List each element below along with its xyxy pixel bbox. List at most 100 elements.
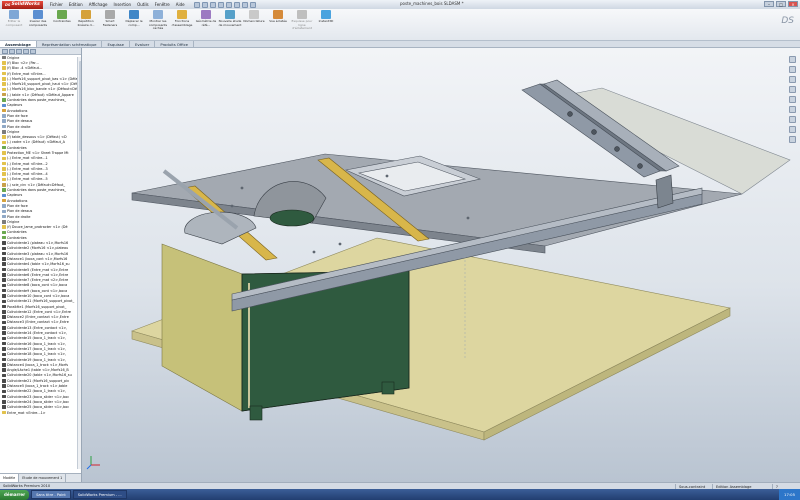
rotate-view-icon[interactable] xyxy=(789,76,796,83)
tree-item[interactable]: (-) Morfs16_support_pivot_bas <1> (Défa xyxy=(2,76,81,81)
ribbon-button[interactable]: Répétition linéaire d... xyxy=(74,9,98,39)
plane-icon xyxy=(2,214,6,219)
ribbon-button[interactable]: Fonctions d'assemblage xyxy=(170,9,194,39)
ribbon-button-label: Nouvelle étude de mouvement xyxy=(218,19,242,27)
command-tab[interactable]: Esquisse xyxy=(102,41,130,47)
solidworks-logo[interactable]: DS SolidWorks xyxy=(2,0,43,9)
command-tab[interactable]: Représentation schématique xyxy=(37,41,103,47)
tree-item-label: (f) Bloc <2> (Par... xyxy=(7,60,39,65)
menu-item[interactable]: Outils xyxy=(134,2,152,7)
save-icon[interactable] xyxy=(209,1,216,8)
ribbon-button-label: Instant3D xyxy=(318,19,334,23)
tree-item-label: (f) table_dessous <1> (Défaut) <D xyxy=(7,135,67,140)
tree-item-label: (f) Entre_mat <Entre... xyxy=(7,71,46,76)
instant3d-icon xyxy=(321,10,331,19)
ribbon-button[interactable]: Contraintes xyxy=(50,9,74,39)
select-icon[interactable] xyxy=(233,1,240,8)
tree-item[interactable]: (-) Morfs16_support_pivot_haut <1> (Défa xyxy=(2,81,81,86)
ribbon-button[interactable]: Instant3D xyxy=(314,9,338,39)
undo-icon[interactable] xyxy=(225,1,232,8)
tree-item-label: Coïncidente12 (Entre_cont <1>,Entre xyxy=(7,309,72,314)
coincident-icon xyxy=(2,246,6,251)
rebuild-icon[interactable] xyxy=(241,1,248,8)
tree-item-label: Coïncidente6 (Entre_mat <1>,Entre xyxy=(7,272,69,277)
dimxpert-tab-icon[interactable] xyxy=(23,49,29,54)
coincident-icon xyxy=(2,341,6,346)
explode-line-icon xyxy=(297,10,307,19)
scene-icon[interactable] xyxy=(789,136,796,143)
open-doc-icon[interactable] xyxy=(201,1,208,8)
tree-item-label: Annotations xyxy=(7,108,28,113)
command-tab[interactable]: Evaluer xyxy=(130,41,156,47)
appearance-icon[interactable] xyxy=(789,126,796,133)
ribbon-button[interactable]: Montrer les composants cachés xyxy=(146,9,170,39)
ribbon-button[interactable]: Esquisse pour ligne d'éclatement xyxy=(290,9,314,39)
new-doc-icon[interactable] xyxy=(193,1,200,8)
taskbar-item-solidworks[interactable]: SolidWorks Premium - ... xyxy=(72,490,127,499)
ribbon-button[interactable]: Editer le composant xyxy=(2,9,26,39)
ribbon-button-label: Editer le composant xyxy=(5,19,23,27)
tree-item[interactable]: (-) Morfs16_bloc_bande <1> (Défaut<Défau… xyxy=(2,87,81,92)
tree-item-label: Coïncidente17 (boca_1_track <1>, xyxy=(7,346,67,351)
start-button[interactable]: démarrer xyxy=(0,489,30,500)
taskbar-item-paint[interactable]: Sans titre - Paint xyxy=(31,490,71,499)
tree-item-label: Coïncidente8 (boca_cont <1>,boca xyxy=(7,283,68,288)
tree-item-label: Coïncidente18 (boca_1_track <1>, xyxy=(7,352,67,357)
menu-item[interactable]: Affichage xyxy=(86,2,111,7)
ribbon-button[interactable]: Insérer des composants xyxy=(26,9,50,39)
bottom-tab[interactable]: Modèle xyxy=(0,474,20,482)
view-orientation-icon[interactable] xyxy=(789,106,796,113)
tree-item[interactable]: (-) table <1> (Défaut) <Défaut_Appare xyxy=(2,92,81,97)
menu-item[interactable]: Insertion xyxy=(111,2,135,7)
ribbon-button[interactable]: Smart Fasteners xyxy=(98,9,122,39)
quick-access-toolbar xyxy=(193,1,256,8)
tree-item-label: Plan de face xyxy=(7,113,28,118)
close-button[interactable]: × xyxy=(788,1,798,7)
hide-show-items-icon[interactable] xyxy=(789,116,796,123)
ribbon-button[interactable]: Vue éclatée xyxy=(266,9,290,39)
menu-item[interactable]: Edition xyxy=(66,2,86,7)
ribbon-button-label: Fonctions d'assemblage xyxy=(171,19,193,27)
insert-components-icon xyxy=(33,10,43,19)
ribbon-button-label: Insérer des composants xyxy=(28,19,48,27)
ribbon-button[interactable]: Déplacer le comp... xyxy=(122,9,146,39)
ribbon-button[interactable]: Nomenclature xyxy=(242,9,266,39)
assembly-model[interactable] xyxy=(82,48,800,482)
configuration-manager-tab-icon[interactable] xyxy=(16,49,22,54)
fence-clamp[interactable] xyxy=(655,174,674,209)
graphics-area[interactable] xyxy=(82,48,800,482)
tree-item[interactable]: Coïncidente10 (boca_cont <1>,boca xyxy=(2,293,81,298)
display-manager-tab-icon[interactable] xyxy=(30,49,36,54)
property-manager-tab-icon[interactable] xyxy=(9,49,15,54)
maximize-button[interactable]: □ xyxy=(776,1,786,7)
zoom-fit-icon[interactable] xyxy=(789,56,796,63)
command-tab[interactable]: Assemblage xyxy=(0,41,37,47)
tree-item[interactable]: Coïncidente20 (table <1>,Morfs16_su xyxy=(2,373,81,378)
tree-item-label: (-) table <1> (Défaut) <Défaut_Appare xyxy=(7,92,74,97)
menu-item[interactable]: Fenêtre xyxy=(152,2,173,7)
command-tab[interactable]: Produits Office xyxy=(155,41,194,47)
tree-item-label: Coïncidente13 (Entre_contact <1>, xyxy=(7,325,68,330)
feature-manager-tab-icon[interactable] xyxy=(2,49,8,54)
menu-item[interactable]: Aide xyxy=(173,2,188,7)
ribbon-button-label: Vue éclatée xyxy=(269,19,287,23)
ribbon-button[interactable]: Géométrie de réfé... xyxy=(194,9,218,39)
ribbon-button[interactable]: Nouvelle étude de mouvement xyxy=(218,9,242,39)
tree-item[interactable]: Coïncidente11 (Morfs16_support_pivot_ xyxy=(2,299,81,304)
part-icon xyxy=(2,167,6,171)
print-icon[interactable] xyxy=(217,1,224,8)
bottom-tab[interactable]: Etude de mouvement 1 xyxy=(19,474,67,482)
angle-icon xyxy=(2,368,6,372)
section-view-icon[interactable] xyxy=(789,86,796,93)
annotation-icon xyxy=(2,198,6,203)
tree-item[interactable]: Coïncidente12 (Entre_cont <1>,Entre xyxy=(2,309,81,314)
ribbon-button-label: Géométrie de réfé... xyxy=(195,19,217,27)
tree-item[interactable]: Entre_mat <Entre...1> xyxy=(2,410,81,415)
cabinet-side-panel[interactable] xyxy=(161,243,243,412)
zoom-area-icon[interactable] xyxy=(789,66,796,73)
options-icon[interactable] xyxy=(249,1,256,8)
menu-item[interactable]: Fichier xyxy=(47,2,66,7)
tree-item[interactable]: Coïncidente4 (table <1>,Morfs16_su xyxy=(2,262,81,267)
minimize-button[interactable]: – xyxy=(764,1,774,7)
display-style-icon[interactable] xyxy=(789,96,796,103)
